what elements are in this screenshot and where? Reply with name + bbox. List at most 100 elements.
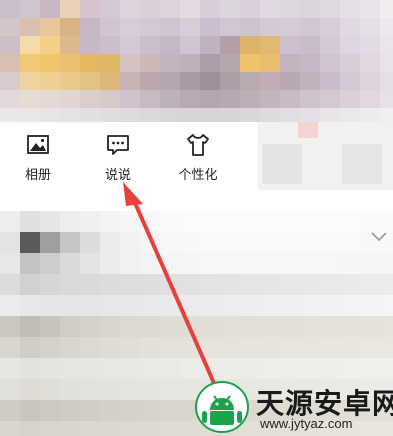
mosaic-cell	[60, 232, 80, 253]
mosaic-cell	[100, 400, 120, 421]
toolbar-item-label: 相册	[24, 167, 51, 182]
mosaic-cell	[340, 295, 360, 316]
mosaic-cell	[140, 316, 160, 337]
watermark: 天源安卓网 www.jytyaz.com	[190, 380, 393, 436]
mosaic-cell	[200, 211, 220, 232]
mosaic-cell	[140, 190, 160, 211]
mosaic-cell	[300, 90, 320, 108]
mosaic-cell	[360, 90, 380, 108]
mosaic-cell	[360, 108, 380, 122]
mosaic-cell	[160, 90, 180, 108]
mosaic-cell	[380, 274, 393, 295]
mosaic-cell	[300, 316, 320, 337]
mosaic-cell	[280, 211, 300, 232]
mosaic-cell	[360, 253, 380, 274]
mosaic-cell	[40, 379, 60, 400]
mosaic-cell	[40, 274, 60, 295]
mosaic-cell	[300, 190, 320, 211]
mosaic-cell	[20, 90, 40, 108]
mosaic-cell	[340, 72, 360, 90]
mosaic-cell	[160, 232, 180, 253]
mosaic-cell	[300, 337, 320, 358]
mosaic-cell	[40, 72, 60, 90]
mosaic-cell	[220, 274, 240, 295]
mosaic-cell	[0, 36, 20, 54]
mosaic-cell	[380, 108, 393, 122]
mosaic-cell	[200, 337, 220, 358]
mosaic-cell	[100, 54, 120, 72]
mosaic-cell	[80, 358, 100, 379]
mosaic-cell	[260, 0, 280, 18]
toolbar-item-album[interactable]: 相册	[8, 132, 68, 188]
mosaic-cell	[0, 274, 20, 295]
mosaic-cell	[240, 90, 260, 108]
mosaic-cell	[200, 36, 220, 54]
mosaic-cell	[140, 400, 160, 421]
toolbar-item-label: 个性化	[178, 167, 218, 182]
mosaic-cell	[60, 421, 80, 436]
mosaic-cell	[260, 316, 280, 337]
mosaic-cell	[80, 421, 100, 436]
mosaic-cell	[20, 274, 40, 295]
mosaic-cell	[60, 36, 80, 54]
mosaic-cell	[20, 18, 40, 36]
mosaic-cell	[160, 108, 180, 122]
mosaic-cell	[340, 108, 360, 122]
mosaic-cell	[140, 0, 160, 18]
mosaic-cell	[360, 72, 380, 90]
mosaic-cell	[240, 316, 260, 337]
toolbar-item-personalize[interactable]: 个性化	[168, 132, 228, 188]
mosaic-cell	[120, 400, 140, 421]
mosaic-cell	[100, 358, 120, 379]
mosaic-cell	[160, 0, 180, 18]
mosaic-cell	[240, 18, 260, 36]
mosaic-cell	[120, 253, 140, 274]
chevron-down-icon[interactable]	[370, 230, 388, 244]
mosaic-cell	[100, 72, 120, 90]
mosaic-cell	[260, 358, 280, 379]
mosaic-cell	[300, 295, 320, 316]
mosaic-cell	[260, 253, 280, 274]
mosaic-cell	[40, 358, 60, 379]
mosaic-cell	[320, 337, 340, 358]
mosaic-cell	[40, 295, 60, 316]
profile-toolbar: 相册 说说 个性化	[0, 122, 393, 190]
mosaic-cell	[0, 232, 20, 253]
mosaic-cell	[100, 379, 120, 400]
mosaic-cell	[260, 211, 280, 232]
mosaic-cell	[240, 72, 260, 90]
mosaic-cell	[80, 253, 100, 274]
mosaic-cell	[100, 108, 120, 122]
mosaic-cell	[80, 379, 100, 400]
mosaic-cell	[260, 36, 280, 54]
mosaic-cell	[180, 358, 200, 379]
mosaic-cell	[0, 358, 20, 379]
mosaic-cell	[120, 0, 140, 18]
mosaic-cell	[260, 190, 280, 211]
mosaic-cell	[60, 54, 80, 72]
mosaic-cell	[240, 232, 260, 253]
mosaic-cell	[200, 274, 220, 295]
mosaic-cell	[260, 232, 280, 253]
mosaic-cell	[300, 211, 320, 232]
mosaic-cell	[200, 295, 220, 316]
mosaic-cell	[380, 337, 393, 358]
mosaic-cell	[0, 421, 20, 436]
mosaic-cell	[360, 295, 380, 316]
mosaic-cell	[40, 211, 60, 232]
mosaic-cell	[200, 72, 220, 90]
blurred-block	[262, 144, 302, 184]
mosaic-cell	[240, 54, 260, 72]
mosaic-cell	[40, 316, 60, 337]
mosaic-cell	[60, 337, 80, 358]
toolbar-item-shuoshuo[interactable]: 说说	[88, 132, 148, 188]
mosaic-cell	[60, 18, 80, 36]
mosaic-cell	[360, 36, 380, 54]
mosaic-cell	[320, 108, 340, 122]
mosaic-cell	[20, 190, 40, 211]
mosaic-cell	[20, 358, 40, 379]
mosaic-cell	[220, 190, 240, 211]
mosaic-cell	[300, 232, 320, 253]
mosaic-cell	[280, 0, 300, 18]
mosaic-cell	[360, 190, 380, 211]
